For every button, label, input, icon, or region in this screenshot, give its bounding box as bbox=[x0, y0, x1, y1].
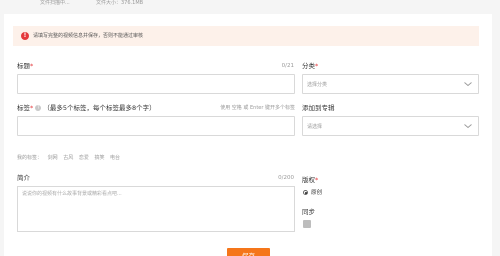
scan-status-text: 文件扫描中... bbox=[40, 0, 70, 6]
required-mark: * bbox=[315, 62, 319, 70]
tags-label-text: 标签 bbox=[17, 104, 30, 112]
tags-label: 标签* ? （最多5个标签，每个标签最多8个字） bbox=[17, 104, 156, 112]
tag-chip[interactable]: 古风 bbox=[63, 155, 73, 161]
chevron-down-icon bbox=[464, 82, 472, 87]
alert-text: 请填写完整的视频信息并保存，否则不能通过审核 bbox=[33, 33, 144, 39]
intro-textarea[interactable]: 说说你的视频有什么故事背景或精彩看点吧... bbox=[17, 186, 295, 232]
category-select[interactable]: 选择分类 bbox=[302, 74, 479, 94]
intro-label: 简介 bbox=[17, 174, 30, 182]
title-input[interactable] bbox=[17, 74, 295, 94]
required-mark: * bbox=[30, 62, 34, 70]
license-label: 版权* bbox=[302, 176, 318, 184]
intro-placeholder: 说说你的视频有什么故事背景或精彩看点吧... bbox=[22, 191, 122, 197]
upload-status-bar: 文件扫描中... 文件大小：376.1MB bbox=[0, 0, 500, 14]
license-label-text: 版权 bbox=[302, 176, 315, 184]
category-label-text: 分类 bbox=[302, 62, 315, 70]
tags-help-text: 使用 空格 或 Enter 键开多个标签 bbox=[220, 105, 295, 111]
collection-placeholder: 请选择 bbox=[307, 124, 323, 130]
my-tags-label: 我的标签： bbox=[17, 155, 43, 161]
sync-checkbox[interactable] bbox=[303, 220, 311, 228]
tags-hint: （最多5个标签，每个标签最多8个字） bbox=[43, 104, 156, 112]
exclamation-icon: ! bbox=[21, 32, 29, 40]
save-button[interactable]: 保存 bbox=[227, 248, 270, 256]
file-size-text: 文件大小：376.1MB bbox=[96, 0, 144, 6]
chevron-down-icon bbox=[464, 124, 472, 129]
tag-chip[interactable]: 搞笑 bbox=[94, 155, 104, 161]
sync-label: 同步 bbox=[302, 208, 315, 216]
tag-chip[interactable]: 剑网 bbox=[48, 155, 58, 161]
help-icon[interactable]: ? bbox=[35, 105, 42, 111]
required-mark: * bbox=[315, 176, 319, 184]
required-mark: * bbox=[30, 104, 34, 112]
original-radio[interactable] bbox=[303, 190, 308, 195]
video-info-form: ! 请填写完整的视频信息并保存，否则不能通过审核 标题* 0/21 分类* 选择… bbox=[4, 14, 492, 256]
collection-select[interactable]: 请选择 bbox=[302, 116, 479, 136]
tags-input[interactable] bbox=[17, 116, 295, 136]
original-radio-label: 原创 bbox=[311, 190, 323, 196]
category-placeholder: 选择分类 bbox=[307, 82, 328, 88]
category-label: 分类* bbox=[302, 62, 318, 70]
title-counter: 0/21 bbox=[281, 63, 294, 69]
tag-chip[interactable]: 电台 bbox=[110, 155, 120, 161]
warning-alert: ! 请填写完整的视频信息并保存，否则不能通过审核 bbox=[13, 26, 479, 46]
my-tags: 我的标签： 剑网 古风 恋爱 搞笑 电台 bbox=[17, 154, 120, 162]
tag-chip[interactable]: 恋爱 bbox=[79, 155, 89, 161]
collection-label: 添加到专辑 bbox=[302, 104, 335, 112]
title-label: 标题* bbox=[17, 62, 33, 70]
intro-counter: 0/200 bbox=[278, 175, 294, 181]
title-label-text: 标题 bbox=[17, 62, 30, 70]
